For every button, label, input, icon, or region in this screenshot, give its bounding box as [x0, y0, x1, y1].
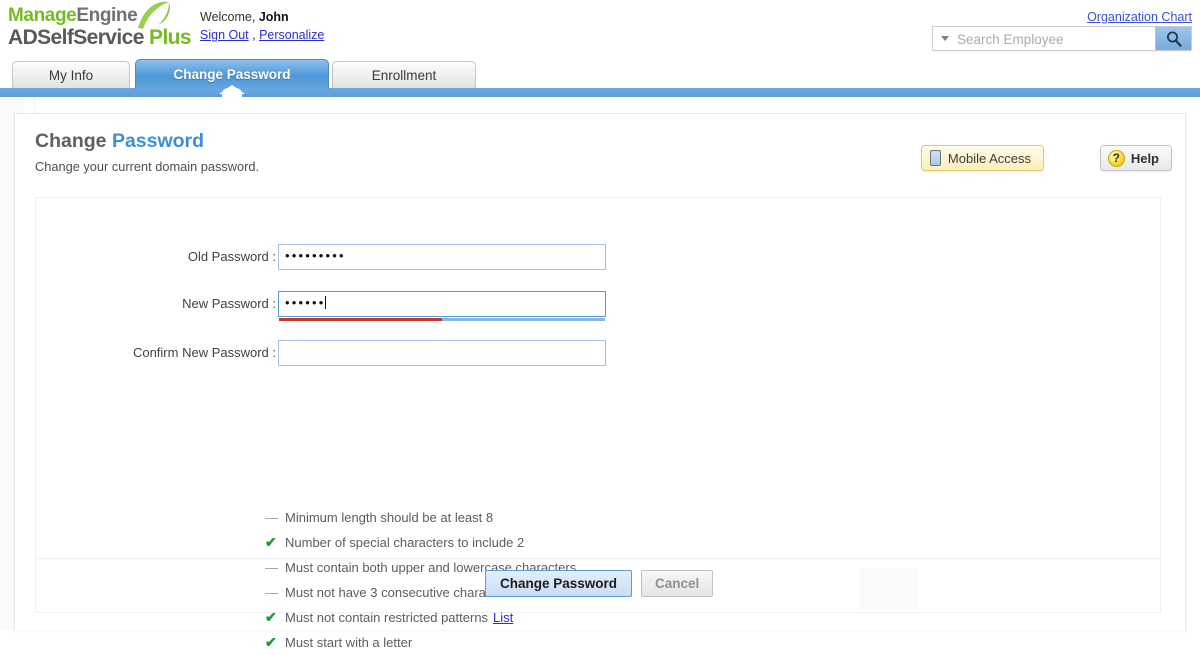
rule-item: ✔ Must start with a letter [265, 630, 605, 655]
rule-status-check-icon: ✔ [265, 634, 277, 650]
welcome-block: Welcome, John Sign Out , Personalize [200, 8, 324, 44]
cancel-button[interactable]: Cancel [641, 570, 714, 597]
manageengine-logo: ManageEngine ADSelfService Plus [8, 1, 208, 48]
input-old-password[interactable] [278, 244, 606, 270]
label-old-password: Old Password : [187, 249, 276, 264]
label-confirm-new-password: Confirm New Password : [132, 345, 276, 360]
restricted-patterns-list-link[interactable]: List [493, 610, 513, 625]
welcome-prefix: Welcome, [200, 10, 259, 24]
page-subtitle: Change your current domain password. [35, 159, 260, 174]
chevron-down-icon[interactable] [941, 36, 949, 41]
welcome-username: John [258, 10, 289, 24]
rule-status-check-icon: ✔ [265, 534, 277, 550]
logo-swoosh-icon [134, 0, 172, 31]
mobile-phone-icon [929, 150, 941, 166]
tab-enrollment[interactable]: Enrollment [332, 61, 476, 89]
rule-item: ✔ Must not contain restricted patterns L… [265, 605, 605, 630]
rule-text: Must start with a letter [285, 635, 413, 650]
logo-text-engine: Engine [76, 5, 138, 26]
field-row-new-password: New Password : •••••• [56, 291, 606, 321]
logo-text-manage: Manage [8, 5, 77, 26]
mobile-access-button[interactable]: Mobile Access [920, 145, 1044, 171]
rule-status-dash-icon: — [265, 585, 278, 600]
page-content-panel: Change Password Change your current doma… [14, 113, 1186, 650]
change-password-submit-button[interactable]: Change Password [485, 570, 633, 597]
personalize-link[interactable]: Personalize [259, 28, 324, 42]
logo-line-manageengine: ManageEngine [8, 1, 208, 29]
mobile-access-label: Mobile Access [947, 150, 1031, 166]
rule-item: ✔ Number of special characters to includ… [265, 530, 605, 555]
tab-underline-bar [0, 88, 1200, 97]
page-title: Change Password [35, 130, 204, 153]
app-header: ManageEngine ADSelfService Plus Welcome,… [0, 0, 1200, 58]
search-button[interactable] [1155, 27, 1191, 50]
logo-line-product: ADSelfService Plus [8, 27, 208, 48]
tab-my-info[interactable]: My Info [12, 61, 130, 89]
password-strength-fill [279, 318, 442, 321]
rule-item: — Minimum length should be at least 8 [265, 505, 605, 530]
active-tab-notch-fill [222, 88, 242, 97]
password-strength-track [279, 318, 605, 321]
help-label: Help [1130, 150, 1159, 166]
question-mark-icon: ? [1107, 149, 1125, 167]
logo-text-adselfservice: ADSelfService [8, 26, 144, 49]
rule-text: Number of special characters to include … [285, 535, 525, 550]
search-icon [1167, 31, 1182, 47]
header-account-links: Sign Out , Personalize [200, 26, 324, 44]
organization-chart-link[interactable]: Organization Chart [1087, 10, 1192, 24]
search-input[interactable] [955, 27, 1155, 52]
placeholder-box [860, 568, 918, 609]
form-separator [37, 558, 1161, 559]
change-password-form: Old Password : ••••••••• New Password : … [35, 197, 1161, 650]
rule-text: Must not contain restricted patterns [285, 610, 489, 625]
input-new-password[interactable] [278, 291, 606, 317]
employee-search-box [932, 26, 1192, 52]
field-row-old-password: Old Password : ••••••••• [56, 244, 606, 270]
field-row-confirm-new-password: Confirm New Password : [56, 340, 606, 366]
label-new-password: New Password : [182, 296, 276, 311]
page-title-part1: Change [35, 130, 112, 152]
input-confirm-new-password[interactable] [278, 340, 606, 366]
rule-status-dash-icon: — [265, 510, 278, 525]
page-title-part2: Password [111, 130, 205, 152]
welcome-greeting: Welcome, John [200, 8, 324, 26]
help-button[interactable]: ? Help [1099, 145, 1172, 171]
sign-out-link[interactable]: Sign Out [200, 28, 249, 42]
rule-text: Minimum length should be at least 8 [285, 510, 494, 525]
rule-status-check-icon: ✔ [265, 609, 277, 625]
rule-status-dash-icon: — [265, 560, 278, 575]
links-separator: , [248, 28, 260, 43]
